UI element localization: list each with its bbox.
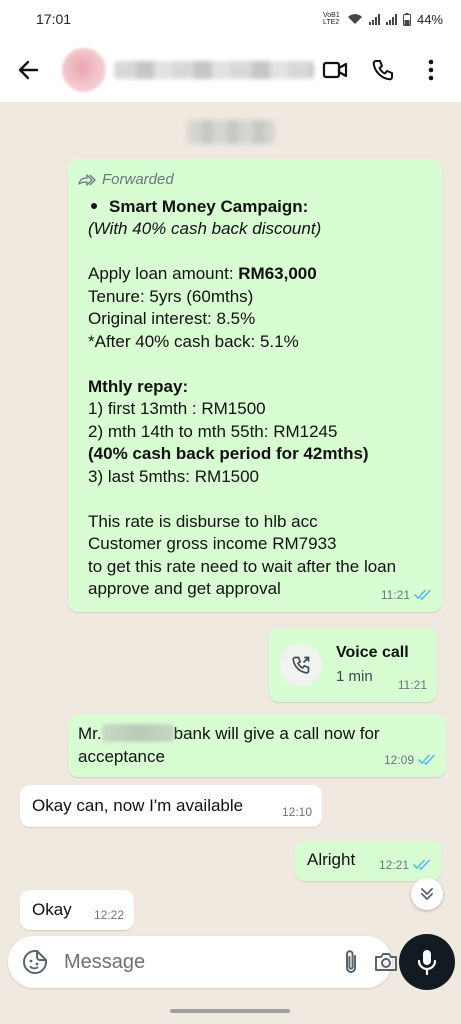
loan-amount-value: RM63,000 [238,264,317,283]
message-input[interactable] [64,950,329,974]
wifi-icon [347,14,362,24]
incoming-message-bubble[interactable]: Okay 12:22 [20,890,134,930]
read-ticks-icon [418,754,435,766]
message-time: 12:22 [93,907,124,922]
mr-prefix: Mr. [78,724,102,743]
campaign-subtitle: (With 40% cash back discount) [88,219,322,238]
attach-button[interactable] [343,947,359,977]
outgoing-message-text: Alright [307,850,356,869]
rate-note-3: to get this rate need to wait after the … [88,556,397,576]
back-button[interactable] [0,38,56,102]
message-meta: 12:10 [282,801,312,824]
monthly-repay-heading: Mthly repay: [88,376,189,396]
more-options-button[interactable] [417,56,445,84]
message-time: 11:21 [397,677,427,692]
bullet [91,202,97,209]
video-call-button[interactable] [321,56,349,84]
sticker-button[interactable] [22,948,48,976]
redacted-name [101,724,174,742]
bank-call-line-1: Mr. bank will give a call now for [78,723,434,746]
repay-line-2: 2) mth 14th to mth 55th: RM1245 [88,421,338,441]
voice-call-button[interactable] [369,56,397,84]
scroll-to-bottom-button[interactable] [411,878,443,910]
system-nav-bar [0,996,461,1024]
missed-call-icon [292,656,310,674]
bank-call-message-bubble[interactable]: Mr. bank will give a call now for accepta… [68,715,446,777]
voice-call-duration: 1 min [336,668,373,685]
status-time: 17:01 [36,11,72,27]
message-time: 12:10 [281,804,312,819]
chat-area[interactable]: Forwarded Smart Money Campaign: (With 40… [0,102,461,940]
voice-call-bubble[interactable]: Voice call 1 min 11:21 [269,628,437,702]
call-icon-wrap [280,644,322,686]
message-meta: 12:09 [384,749,436,772]
date-separator-redacted [187,120,275,144]
message-composer [8,936,397,988]
message-meta: 12:22 [94,904,124,927]
incoming-message-text: Okay [32,900,72,919]
microphone-icon [417,950,437,975]
voice-record-button[interactable] [399,934,455,990]
tenure-line: Tenure: 5yrs (60mths) [88,286,254,306]
after-cashback-line: *After 40% cash back: 5.1% [88,331,299,351]
bank-call-text: bank will give a call now for [173,724,380,743]
camera-button[interactable] [373,947,399,977]
battery-percent: 44% [416,11,443,27]
loan-amount-label: Apply loan amount: [88,264,239,283]
double-chevron-down-icon [421,888,433,900]
incoming-message-bubble[interactable]: Okay can, now I'm available 12:10 [20,785,322,827]
outgoing-alright-bubble[interactable]: Alright 12:21 [295,841,441,881]
battery-icon [402,12,411,26]
repay-line-1: 1) first 13mth : RM1500 [88,399,266,418]
voice-call-title: Voice call [336,644,409,661]
phone-icon [372,60,393,81]
incoming-message-text: Okay can, now I'm available [32,796,244,815]
message-time: 12:21 [378,857,409,872]
repay-line-3: 3) last 5mths: RM1500 [88,466,260,486]
contact-name-redacted[interactable] [114,61,314,79]
contact-avatar[interactable] [62,48,106,92]
more-vert-icon [428,59,434,81]
message-meta: 11:21 [398,674,427,697]
paperclip-icon [346,950,356,973]
forwarded-label: Forwarded [102,171,174,188]
volte-indicator: VoB1 LTE2 [322,12,340,26]
rate-note-2: Customer gross income RM7933 [88,534,337,553]
read-ticks-icon [413,859,430,871]
forwarded-message-bubble[interactable]: Forwarded Smart Money Campaign: (With 40… [68,159,442,612]
forward-arrows-icon [78,174,96,186]
original-interest-line: Original interest: 8.5% [88,309,256,328]
message-time: 11:21 [380,587,410,602]
camera-icon [375,953,397,971]
status-bar: 17:01 VoB1 LTE2 44% [0,0,461,38]
chat-header [0,38,461,102]
status-icons: VoB1 LTE2 44% [323,12,443,27]
message-time: 12:09 [383,752,414,767]
message-meta: 11:21 [381,584,432,607]
header-actions [321,56,461,84]
bank-call-line-2: acceptance [78,746,165,766]
campaign-title-line: Smart Money Campaign: [88,196,430,219]
message-meta: 12:21 [379,854,431,877]
home-gesture-handle[interactable] [170,1009,290,1013]
arrow-left-icon [18,60,39,80]
videocam-icon [322,61,348,79]
rate-note-1: This rate is disburse to hlb acc [88,511,318,531]
signal-icon-1 [368,13,380,25]
rate-note-4: approve and get approval [88,579,281,598]
read-ticks-icon [414,589,431,601]
sticker-icon [23,950,47,974]
signal-icon-2 [385,13,397,25]
cashback-period-line: (40% cash back period for 42mths) [88,444,369,463]
campaign-title: Smart Money Campaign: [109,196,309,216]
forwarded-indicator: Forwarded [78,169,430,192]
loan-amount-line: Apply loan amount: RM63,000 [88,263,430,286]
